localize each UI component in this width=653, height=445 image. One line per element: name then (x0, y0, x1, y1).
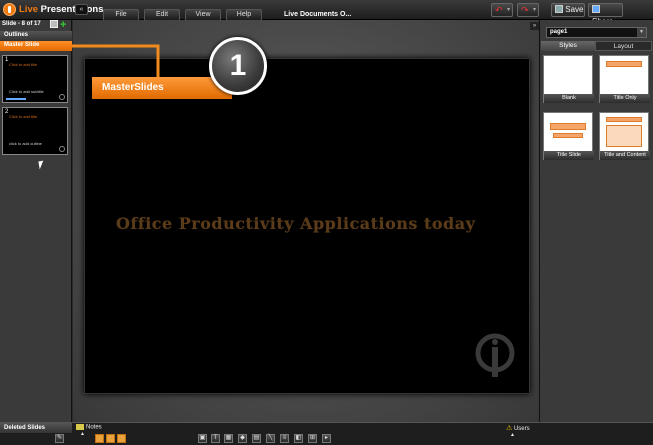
expand-up-icon: ▲ (80, 430, 85, 437)
format-3-icon[interactable] (117, 434, 126, 443)
chevron-down-icon: ▼ (637, 28, 646, 37)
layout-label: Title Only (600, 94, 650, 103)
live-presentations-logo-icon (3, 3, 16, 16)
insert-line-icon[interactable]: ╲ (266, 434, 275, 443)
app-title: Live Presentations (19, 4, 103, 15)
thumbnail-subtitle: click to add outline (9, 141, 42, 146)
insert-table-icon[interactable]: ▦ (224, 434, 233, 443)
menu-help[interactable]: Help (226, 9, 262, 20)
save-icon (555, 5, 563, 13)
share-button[interactable]: Share (588, 3, 623, 26)
master-slide-tab[interactable]: Master Slide (0, 41, 72, 51)
layout-label: Title Slide (544, 151, 594, 160)
format-2-icon[interactable] (106, 434, 115, 443)
tools-icon[interactable]: ✎ (55, 434, 64, 443)
collapse-panel-button[interactable]: » (530, 22, 539, 30)
layout-label: Blank (544, 94, 594, 103)
page-select-value: page1 (550, 29, 568, 35)
layout-title-placeholder (550, 123, 586, 130)
callout-label: MasterSlides (92, 77, 232, 99)
users-label: Users (513, 426, 530, 432)
format-1-icon[interactable] (95, 434, 104, 443)
undo-icon: ↶ (495, 5, 503, 15)
slide-thumbnail-1[interactable]: 1 Click to add title Click to add subtit… (2, 55, 68, 103)
thumbnail-progress (6, 98, 26, 100)
app-title-presentations: Presentations (40, 4, 104, 15)
insert-chart-icon[interactable]: ▤ (252, 434, 261, 443)
insert-image-icon[interactable]: ▣ (198, 434, 207, 443)
layout-content-placeholder (606, 125, 642, 147)
deleted-slides-tab[interactable]: Deleted Slides (0, 423, 72, 433)
save-label: Save (565, 5, 584, 14)
slide-counter: Slide - 8 of 17 (2, 21, 41, 27)
app-window: Live Presentations « File Edit View Help… (0, 0, 653, 445)
layout-blank[interactable]: Blank (543, 55, 594, 103)
chevron-down-icon: ▾ (532, 7, 536, 13)
redo-icon: ↷ (521, 5, 529, 15)
thumbnail-close-icon[interactable] (59, 94, 65, 100)
layout-subtitle-placeholder (553, 133, 583, 138)
layout-title-and-content[interactable]: Title and Content (599, 112, 650, 160)
insert-shape-icon[interactable]: ◆ (238, 434, 247, 443)
menu-view[interactable]: View (185, 9, 221, 20)
arrange-icon[interactable]: ◧ (294, 434, 303, 443)
notes-button[interactable]: Notes ▲ (73, 423, 113, 437)
chevron-down-icon: ▾ (506, 7, 510, 13)
group-icon[interactable]: ⊞ (308, 434, 317, 443)
layout-title-only[interactable]: Title Only (599, 55, 650, 103)
watermark-logo-icon (475, 333, 515, 377)
redo-button[interactable]: ↷ ▾ (517, 3, 539, 17)
slide-thumbnail-2[interactable]: 2 Click to add title click to add outlin… (2, 107, 68, 155)
layout-title-placeholder (606, 61, 642, 67)
tab-styles[interactable]: Styles (541, 41, 595, 51)
insert-text-icon[interactable]: T (211, 434, 220, 443)
save-button[interactable]: Save (551, 3, 585, 17)
share-icon (592, 5, 600, 13)
users-button[interactable]: ⚠ Users ▲ (504, 423, 539, 438)
tab-layout[interactable]: Layout (595, 41, 652, 51)
undo-button[interactable]: ↶ ▾ (491, 3, 513, 17)
app-title-live: Live (19, 4, 39, 15)
slide-actions: + (50, 20, 66, 31)
thumbnail-close-icon[interactable] (59, 146, 65, 152)
thumbnail-subtitle: Click to add subtitle (9, 89, 44, 94)
outlines-tab[interactable]: Outlines (0, 31, 72, 41)
align-icon[interactable]: ≡ (280, 434, 289, 443)
layout-label: Title and Content (600, 151, 650, 160)
thumbnail-title: Click to add title (9, 62, 38, 67)
page-select[interactable]: page1 ▼ (546, 27, 647, 38)
add-slide-icon[interactable]: + (60, 20, 66, 31)
more-tools-icon[interactable]: ▸ (322, 434, 331, 443)
thumbnail-title: Click to add title (9, 114, 38, 119)
notes-icon (76, 424, 84, 430)
layout-title-slide[interactable]: Title Slide (543, 112, 594, 160)
thumbnail-number: 1 (5, 57, 9, 63)
warning-icon: ⚠ (506, 425, 513, 432)
expand-up-icon: ▲ (510, 432, 515, 438)
layout-title-placeholder (606, 117, 642, 122)
thumbnail-number: 2 (5, 109, 9, 115)
notes-label: Notes (86, 424, 102, 431)
menu-edit[interactable]: Edit (144, 9, 180, 20)
document-title: Live Documents O... (284, 11, 352, 18)
slide-title[interactable]: Office Productivity Applications today (116, 214, 476, 233)
copy-slide-icon[interactable] (50, 20, 58, 28)
rewind-button[interactable]: « (75, 4, 88, 15)
menu-file[interactable]: File (103, 9, 139, 20)
callout-number-badge: 1 (209, 37, 267, 95)
